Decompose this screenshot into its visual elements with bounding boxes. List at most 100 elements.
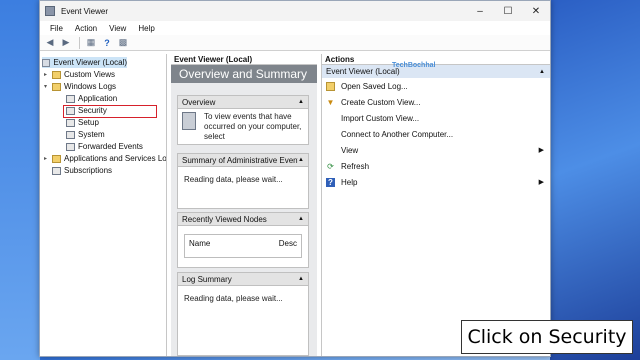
event-viewer-icon [45,6,55,16]
action-label: Help [341,177,358,187]
actions-section-header[interactable]: Event Viewer (Local) TechBochhal ▲ [322,62,550,78]
tree-item-label: Forwarded Events [78,142,143,151]
log-summary-section: Log Summary ▲ Reading data, please wait.… [177,272,309,356]
actions-section-title: Event Viewer (Local) [326,67,400,76]
overview-body: To view events that have occurred on you… [178,109,308,145]
window-title: Event Viewer [61,6,108,16]
log-summary-text: Reading data, please wait... [184,294,283,303]
log-icon [66,118,75,127]
back-arrow-icon[interactable]: ◀ [43,37,57,49]
admin-events-text: Reading data, please wait... [184,175,283,184]
tree-root[interactable]: Event Viewer (Local) [42,57,127,68]
action-create-custom-view[interactable]: ▼ Create Custom View... [322,94,550,110]
tree-item-label: Subscriptions [64,166,113,175]
blank-icon [326,130,335,139]
summary-pane-header: Event Viewer (Local) [171,54,317,65]
menu-action[interactable]: Action [69,24,103,33]
collapse-icon[interactable]: ▲ [298,157,304,163]
admin-events-title: Summary of Administrative Events [182,155,304,165]
collapse-arrow-icon[interactable]: ▾ [44,83,52,90]
folder-icon [52,70,61,79]
tree-item-system[interactable]: System [66,129,105,140]
show-action-pane-icon[interactable]: ▩ [116,37,130,49]
show-hide-tree-icon[interactable]: ▦ [84,37,98,49]
action-label: View [341,145,359,155]
action-label: Import Custom View... [341,113,420,123]
folder-icon [326,81,335,91]
tree-item-label: Setup [78,118,99,127]
title-bar[interactable]: Event Viewer – ☐ ✕ [40,1,550,21]
column-header-name[interactable]: Name [189,239,210,248]
tree-root-label: Event Viewer (Local) [53,58,127,67]
subscriptions-icon [52,166,61,175]
collapse-icon[interactable]: ▲ [539,69,545,75]
submenu-arrow-icon: ▶ [538,179,544,186]
admin-events-header[interactable]: Summary of Administrative Events ▲ [178,154,308,167]
tree-item-applications-services[interactable]: ▸ Applications and Services Lo [44,153,166,164]
tree-item-application[interactable]: Application [66,93,117,104]
tree-item-label: Windows Logs [64,82,117,91]
menu-bar: File Action View Help [40,21,550,35]
help-book-icon[interactable]: ? [100,37,114,49]
toolbar: ◀ ▶ ▦ ? ▩ [40,35,550,51]
log-icon [66,142,75,151]
menu-view[interactable]: View [103,24,132,33]
tree-item-label: Custom Views [64,70,115,79]
menu-help[interactable]: Help [132,24,160,33]
recent-nodes-section: Recently Viewed Nodes ▲ Name Desc [177,212,309,268]
close-button[interactable]: ✕ [522,1,550,21]
expand-arrow-icon[interactable]: ▸ [44,155,52,162]
computer-icon [42,58,51,67]
actions-pane: Actions Event Viewer (Local) TechBochhal… [321,54,550,356]
desktop-wallpaper-right [550,0,640,360]
tree-item-label: System [78,130,105,139]
blank-icon [326,146,335,155]
collapse-icon[interactable]: ▲ [298,276,304,282]
actions-header: Actions [322,54,550,65]
instruction-caption: Click on Security [461,320,633,354]
action-connect-computer[interactable]: Connect to Another Computer... [322,126,550,142]
log-summary-header[interactable]: Log Summary ▲ [178,273,308,286]
action-refresh[interactable]: ⟳ Refresh [322,158,550,174]
summary-pane: Event Viewer (Local) Overview and Summar… [171,54,317,356]
maximize-button[interactable]: ☐ [494,1,522,21]
menu-file[interactable]: File [44,24,69,33]
expand-arrow-icon[interactable]: ▸ [44,71,52,78]
minimize-button[interactable]: – [466,1,494,21]
action-label: Connect to Another Computer... [341,129,454,139]
help-icon: ? [326,177,335,187]
desktop-wallpaper-left [0,0,40,360]
tree-item-setup[interactable]: Setup [66,117,99,128]
log-icon [66,94,75,103]
recent-nodes-header[interactable]: Recently Viewed Nodes ▲ [178,213,308,226]
overview-section: Overview ▲ To view events that have occu… [177,95,309,145]
folder-icon [52,154,61,163]
action-view[interactable]: View ▶ [322,142,550,158]
action-import-custom-view[interactable]: Import Custom View... [322,110,550,126]
action-label: Create Custom View... [341,97,421,107]
collapse-icon[interactable]: ▲ [298,99,304,105]
tree-item-label: Application [78,94,118,103]
log-summary-title: Log Summary [182,274,232,284]
collapse-icon[interactable]: ▲ [298,216,304,222]
filter-icon: ▼ [326,97,335,107]
tree-item-windows-logs[interactable]: ▾ Windows Logs [44,81,116,92]
refresh-icon: ⟳ [327,161,334,171]
toolbar-divider [79,36,80,49]
tree-item-custom-views[interactable]: ▸ Custom Views [44,69,115,80]
column-header-description[interactable]: Desc [279,239,297,248]
admin-events-section: Summary of Administrative Events ▲ Readi… [177,153,309,209]
overview-header[interactable]: Overview ▲ [178,96,308,109]
forward-arrow-icon[interactable]: ▶ [59,37,73,49]
submenu-arrow-icon: ▶ [538,147,544,154]
action-help[interactable]: ? Help ▶ [322,174,550,190]
tree-item-forwarded-events[interactable]: Forwarded Events [66,141,143,152]
action-open-saved-log[interactable]: Open Saved Log... [322,78,550,94]
console-tree: Event Viewer (Local) ▸ Custom Views ▾ Wi… [40,54,167,356]
recent-nodes-title: Recently Viewed Nodes [182,214,267,224]
overview-title: Overview [182,97,216,107]
watermark-text: TechBochhal [392,62,436,69]
tree-item-subscriptions[interactable]: Subscriptions [52,165,112,176]
event-viewer-window: Event Viewer – ☐ ✕ File Action View Help… [39,0,551,357]
folder-icon [52,82,61,91]
